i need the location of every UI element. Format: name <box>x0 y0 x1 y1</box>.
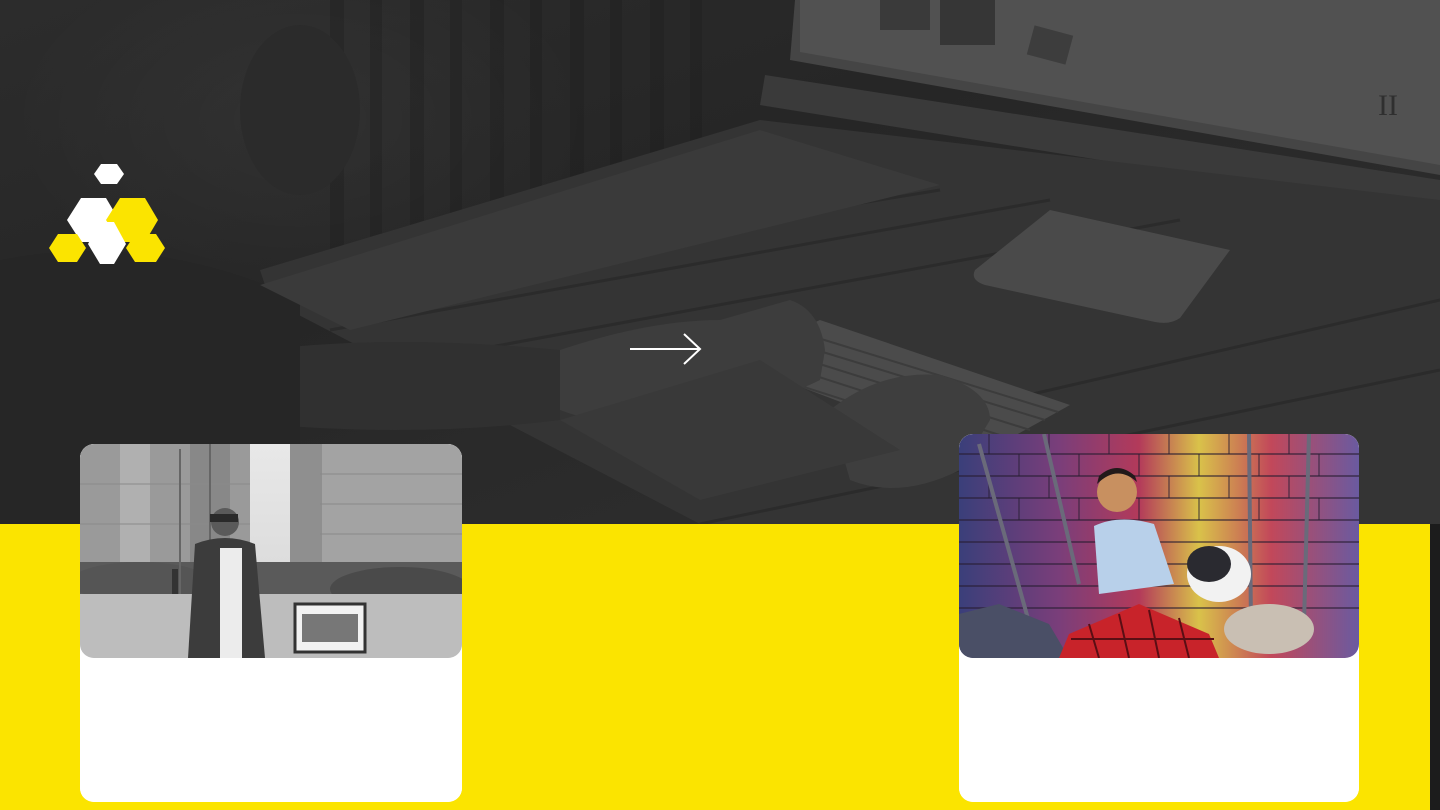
card-left-body <box>80 658 462 802</box>
card-left[interactable] <box>80 444 462 802</box>
man-standing-grayscale-photo <box>80 444 462 658</box>
card-right-body <box>959 658 1359 802</box>
arrow-right-icon[interactable] <box>628 332 704 366</box>
svg-text:II: II <box>1378 89 1398 122</box>
right-edge-strip <box>1430 524 1440 810</box>
boy-with-dog-brick-wall-photo <box>959 434 1359 658</box>
page: II <box>0 0 1440 810</box>
card-right[interactable] <box>959 434 1359 802</box>
hexagon-logo-icon[interactable] <box>46 162 168 268</box>
